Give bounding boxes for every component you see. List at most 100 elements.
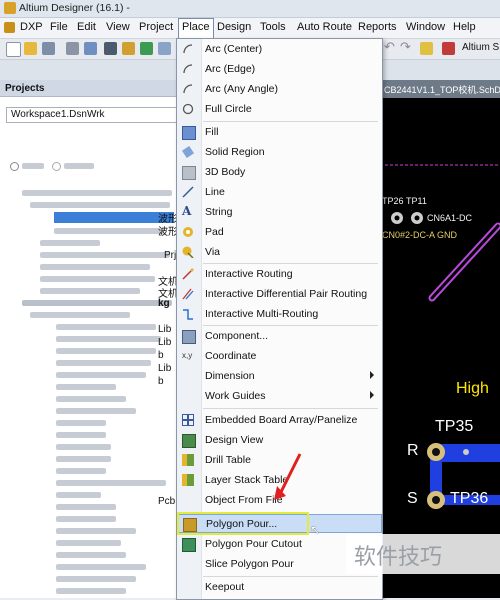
menu-item-pad[interactable]: Pad xyxy=(177,223,382,242)
tree-row[interactable] xyxy=(40,276,155,282)
menu-reports[interactable]: Reports xyxy=(358,21,397,35)
tree-row[interactable] xyxy=(40,264,150,270)
menu-item-design-view[interactable]: Design View xyxy=(177,431,382,450)
layers-icon[interactable] xyxy=(104,42,117,55)
menu-item-arc-any-angle[interactable]: Arc (Any Angle) xyxy=(177,80,382,99)
menu-dxp[interactable]: DXP xyxy=(20,21,43,35)
tree-row[interactable] xyxy=(56,384,116,390)
mouse-cursor-icon: ↖ xyxy=(310,523,321,537)
tree-row[interactable] xyxy=(56,504,116,510)
arc-center-icon xyxy=(182,43,194,55)
drill-table-icon xyxy=(182,454,194,466)
tree-row[interactable] xyxy=(40,240,100,246)
menu-item-solid-region[interactable]: Solid Region xyxy=(177,143,382,162)
title-bar: Altium Designer (16.1) - xyxy=(0,0,500,18)
tree-row[interactable] xyxy=(56,432,106,438)
menu-file[interactable]: File xyxy=(50,21,68,35)
document-tab[interactable]: CB2441V1.1_TOP校机.SchDo xyxy=(380,80,500,98)
redo-icon[interactable]: ↷ xyxy=(400,39,413,54)
menu-edit[interactable]: Edit xyxy=(77,21,96,35)
side-label: Prj xyxy=(164,250,177,261)
tree-row[interactable] xyxy=(56,540,121,546)
menu-item-full-circle[interactable]: Full Circle xyxy=(177,100,382,119)
tree-row[interactable] xyxy=(30,312,130,318)
menu-project[interactable]: Project xyxy=(139,21,173,35)
tree-row[interactable] xyxy=(56,492,101,498)
menu-bar: DXP File Edit View Project Place Design … xyxy=(0,18,500,39)
menu-help[interactable]: Help xyxy=(453,21,476,35)
tree-row[interactable] xyxy=(56,456,111,462)
tree-row[interactable] xyxy=(56,576,136,582)
print-icon[interactable] xyxy=(66,42,79,55)
menu-item-multi-routing[interactable]: Interactive Multi-Routing xyxy=(177,305,382,324)
menu-separator xyxy=(203,325,378,326)
menu-window[interactable]: Window xyxy=(406,21,445,35)
tree-row[interactable] xyxy=(56,324,156,330)
tree-row[interactable] xyxy=(56,396,126,402)
save-icon[interactable] xyxy=(42,42,55,55)
menu-item-component[interactable]: Component... xyxy=(177,327,382,346)
tree-row[interactable] xyxy=(56,372,146,378)
clear-icon[interactable] xyxy=(442,42,455,55)
workspace-dropdown[interactable]: Workspace1.DsnWrk xyxy=(6,107,178,123)
tree-row[interactable] xyxy=(56,420,106,426)
menu-item-via[interactable]: Via xyxy=(177,243,382,262)
tree-row[interactable] xyxy=(56,552,126,558)
component-tool-icon[interactable] xyxy=(140,42,153,55)
radio-structure[interactable] xyxy=(52,162,61,171)
menu-item-arc-edge[interactable]: Arc (Edge) xyxy=(177,60,382,79)
menu-item-board-array[interactable]: Embedded Board Array/Panelize xyxy=(177,411,382,430)
menu-item-arc-center[interactable]: Arc (Center) xyxy=(177,40,382,59)
altium-toolbar-label: Altium S xyxy=(462,42,500,53)
tree-row[interactable] xyxy=(56,528,136,534)
tree-row[interactable] xyxy=(56,564,146,570)
menu-separator xyxy=(203,576,378,577)
radio-files[interactable] xyxy=(10,162,19,171)
menu-item-dimension[interactable]: Dimension xyxy=(177,367,382,386)
tree-row[interactable] xyxy=(22,300,172,306)
tree-row[interactable] xyxy=(56,468,106,474)
pcb-canvas[interactable]: TP26 TP11 CN6A1-DC CN0#2-DC-A GND High T… xyxy=(380,98,500,598)
tree-row[interactable] xyxy=(56,516,116,522)
altium-logo-icon xyxy=(4,2,16,14)
panel-icon[interactable] xyxy=(158,42,171,55)
tree-row[interactable] xyxy=(56,360,151,366)
menu-item-coordinate[interactable]: x,y Coordinate xyxy=(177,347,382,366)
menu-item-fill[interactable]: Fill xyxy=(177,123,382,142)
menu-item-diff-pair-routing[interactable]: Interactive Differential Pair Routing xyxy=(177,285,382,304)
zoom-icon[interactable] xyxy=(84,42,97,55)
tree-row[interactable] xyxy=(56,408,136,414)
tree-row[interactable] xyxy=(40,252,170,258)
menu-place[interactable]: Place xyxy=(178,18,214,38)
tree-row-selected[interactable] xyxy=(54,212,174,223)
highlight-icon[interactable] xyxy=(420,42,433,55)
tree-row[interactable] xyxy=(30,202,170,208)
menu-auto-route[interactable]: Auto Route xyxy=(297,21,352,35)
browse-icon[interactable] xyxy=(122,42,135,55)
tree-row[interactable] xyxy=(54,228,164,234)
undo-icon[interactable]: ↶ xyxy=(384,39,397,54)
open-folder-icon[interactable] xyxy=(24,42,37,55)
tree-row[interactable] xyxy=(56,480,166,486)
menu-design[interactable]: Design xyxy=(217,21,251,35)
side-label: b xyxy=(158,376,164,387)
tree-row[interactable] xyxy=(40,288,140,294)
diff-pair-routing-icon xyxy=(182,288,194,300)
menu-item-line[interactable]: Line xyxy=(177,183,382,202)
multi-routing-icon xyxy=(182,308,194,320)
menu-item-interactive-routing[interactable]: Interactive Routing xyxy=(177,265,382,284)
tree-row[interactable] xyxy=(56,444,111,450)
tree-row[interactable] xyxy=(56,348,156,354)
new-file-icon[interactable] xyxy=(6,42,21,57)
menu-view[interactable]: View xyxy=(106,21,130,35)
tree-row[interactable] xyxy=(22,190,172,196)
menu-item-work-guides[interactable]: Work Guides xyxy=(177,387,382,406)
line-icon xyxy=(182,186,194,198)
menu-item-keepout[interactable]: Keepout xyxy=(177,578,382,597)
label-s: S xyxy=(407,490,418,507)
tree-row[interactable] xyxy=(56,588,126,594)
tree-row[interactable] xyxy=(56,336,161,342)
menu-tools[interactable]: Tools xyxy=(260,21,286,35)
menu-item-3d-body[interactable]: 3D Body xyxy=(177,163,382,182)
menu-item-string[interactable]: A String xyxy=(177,203,382,222)
